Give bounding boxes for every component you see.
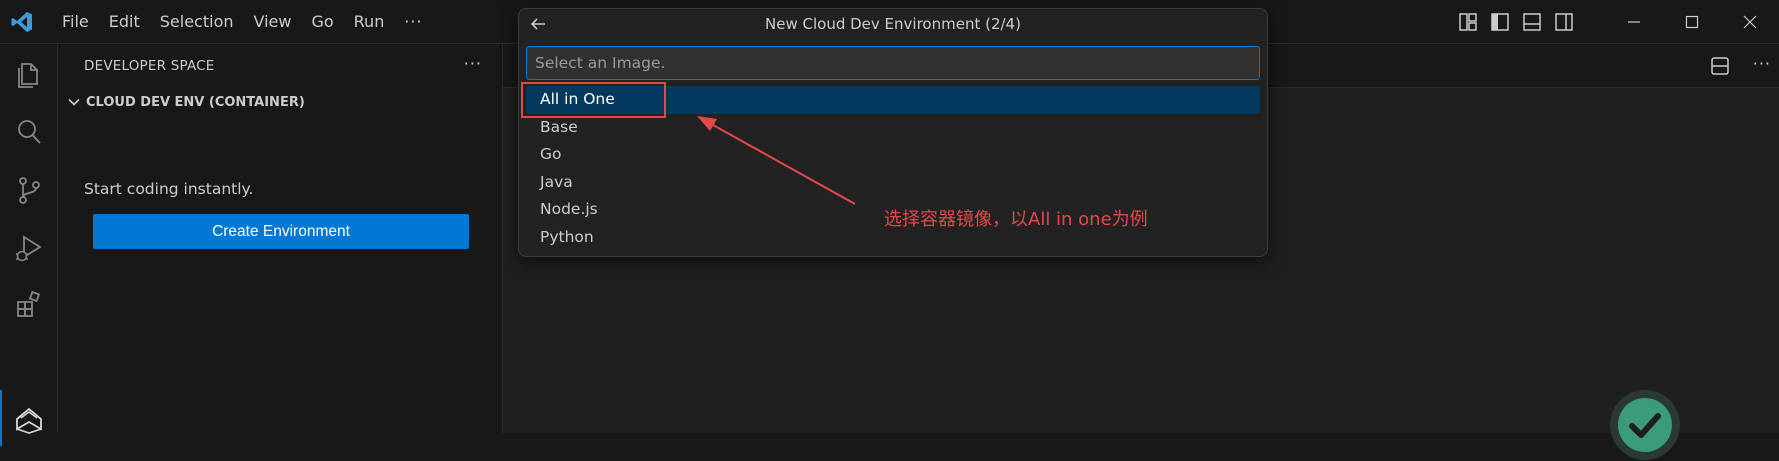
editor-more-button[interactable]: ··· [1753,54,1771,73]
option-go[interactable]: Go [526,141,1260,169]
customize-layout-icon[interactable] [1457,11,1479,33]
explorer-icon[interactable] [13,58,45,90]
menu-go[interactable]: Go [301,0,343,44]
search-icon[interactable] [13,116,45,148]
menu-selection[interactable]: Selection [150,0,244,44]
annotation-text: 选择容器镜像，以All in one为例 [884,209,1148,230]
option-java[interactable]: Java [526,169,1260,197]
menu-view[interactable]: View [244,0,302,44]
minimize-icon [1628,21,1640,23]
cloud-dev-env-icon[interactable] [13,402,45,434]
welcome-text: Start coding instantly. [84,180,254,198]
quick-pick-title: New Cloud Dev Environment (2/4) [765,15,1021,33]
menu-more[interactable]: ··· [394,0,432,44]
vscode-logo-icon [11,12,32,32]
split-editor-icon[interactable] [1709,55,1731,77]
toggle-secondary-sidebar-icon[interactable] [1553,11,1575,33]
section-header-cloud-dev-env[interactable]: CLOUD DEV ENV (CONTAINER) [66,94,305,110]
chevron-down-icon [68,98,80,106]
section-label: CLOUD DEV ENV (CONTAINER) [86,94,305,110]
toggle-panel-icon[interactable] [1521,11,1543,33]
source-control-icon[interactable] [13,174,45,206]
run-debug-icon[interactable] [13,232,45,264]
menu-file[interactable]: File [52,0,99,44]
sidebar: DEVELOPER SPACE ··· CLOUD DEV ENV (CONTA… [58,44,503,433]
menu-run[interactable]: Run [344,0,395,44]
toggle-primary-sidebar-icon[interactable] [1489,11,1511,33]
maximize-icon [1685,15,1699,29]
sidebar-title: DEVELOPER SPACE [84,58,215,74]
window-controls [1452,0,1779,44]
maximize-button[interactable] [1663,0,1721,44]
image-search-input[interactable] [526,46,1260,80]
create-environment-button[interactable]: Create Environment [93,214,469,249]
annotation-highlight-box [521,82,666,118]
close-icon [1743,15,1757,29]
extensions-icon[interactable] [13,289,45,321]
success-check-icon [1610,390,1680,460]
sidebar-more-button[interactable]: ··· [464,54,482,73]
active-view-indicator [0,390,2,446]
activity-bar [0,44,58,446]
minimize-button[interactable] [1605,0,1663,44]
menu-bar: File Edit Selection View Go Run ··· [52,0,433,44]
close-window-button[interactable] [1721,0,1779,44]
menu-edit[interactable]: Edit [99,0,150,44]
